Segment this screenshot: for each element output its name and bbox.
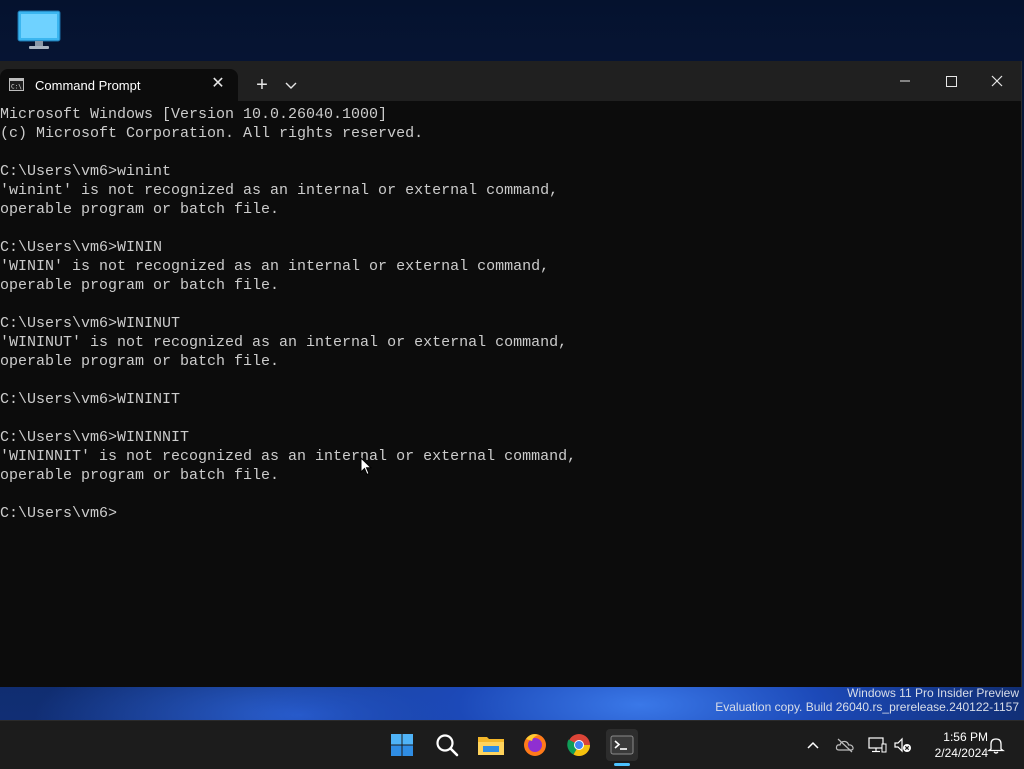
console-line: 'winint' is not recognized as an interna… <box>0 182 559 199</box>
watermark-edition: Windows 11 Pro Insider Preview <box>847 686 1019 700</box>
network-icon[interactable] <box>867 735 887 755</box>
watermark-build: Evaluation copy. Build 26040.rs_prerelea… <box>715 700 1019 714</box>
console-line: C:\Users\vm6>WININ <box>0 239 163 256</box>
console-line: operable program or batch file. <box>0 353 280 370</box>
clock-time: 1:56 PM <box>943 730 988 744</box>
maximize-button[interactable] <box>928 61 974 101</box>
clock-date: 2/24/2024 <box>934 746 988 760</box>
console-line: operable program or batch file. <box>0 467 280 484</box>
title-bar[interactable]: C:\ Command Prompt ✕ + <box>0 61 1021 101</box>
windows-watermark: Windows 11 Pro Insider Preview Evaluatio… <box>715 686 1019 714</box>
console-line: C:\Users\vm6>WININNIT <box>0 429 190 446</box>
svg-text:C:\: C:\ <box>11 84 22 91</box>
tab-title: Command Prompt <box>35 78 141 93</box>
minimize-button[interactable] <box>882 61 928 101</box>
terminal-icon[interactable] <box>606 729 638 761</box>
chevron-up-icon[interactable] <box>803 735 823 755</box>
mouse-cursor-icon <box>360 456 373 476</box>
search-icon[interactable] <box>431 729 463 761</box>
console-line: C:\Users\vm6>WININIT <box>0 391 181 408</box>
console-line: 'WININ' is not recognized as an internal… <box>0 258 550 275</box>
console-line: (c) Microsoft Corporation. All rights re… <box>0 125 424 142</box>
command-prompt-icon: C:\ <box>9 78 24 91</box>
console-line: C:\Users\vm6> <box>0 505 118 522</box>
chevron-down-icon[interactable] <box>282 75 300 95</box>
console-line: 'WININUT' is not recognized as an intern… <box>0 334 568 351</box>
tab-command-prompt[interactable]: C:\ Command Prompt ✕ <box>0 69 238 101</box>
console-line: Microsoft Windows [Version 10.0.26040.10… <box>0 106 388 123</box>
notification-bell-icon[interactable] <box>986 735 1006 755</box>
onedrive-icon[interactable] <box>835 735 855 755</box>
system-clock[interactable]: 1:56 PM 2/24/2024 <box>918 729 988 761</box>
console-line: C:\Users\vm6>winint <box>0 163 172 180</box>
terminal-window: C:\ Command Prompt ✕ + Microsoft Windows… <box>0 61 1022 687</box>
console-line: operable program or batch file. <box>0 201 280 218</box>
chrome-icon[interactable] <box>563 729 595 761</box>
close-button[interactable] <box>974 61 1020 101</box>
console-line: C:\Users\vm6>WININUT <box>0 315 181 332</box>
new-tab-button[interactable]: + <box>250 73 274 97</box>
console-line: 'WININNIT' is not recognized as an inter… <box>0 448 577 465</box>
file-explorer-icon[interactable] <box>475 729 507 761</box>
volume-muted-icon[interactable] <box>893 735 913 755</box>
start-icon[interactable] <box>386 729 418 761</box>
close-tab-icon[interactable]: ✕ <box>209 75 227 93</box>
console-line: operable program or batch file. <box>0 277 280 294</box>
console-output[interactable]: Microsoft Windows [Version 10.0.26040.10… <box>0 105 1010 685</box>
active-app-indicator <box>614 763 630 766</box>
firefox-icon[interactable] <box>519 729 551 761</box>
taskbar: 1:56 PM 2/24/2024 <box>0 720 1024 769</box>
this-pc-desktop-icon[interactable] <box>16 10 62 50</box>
